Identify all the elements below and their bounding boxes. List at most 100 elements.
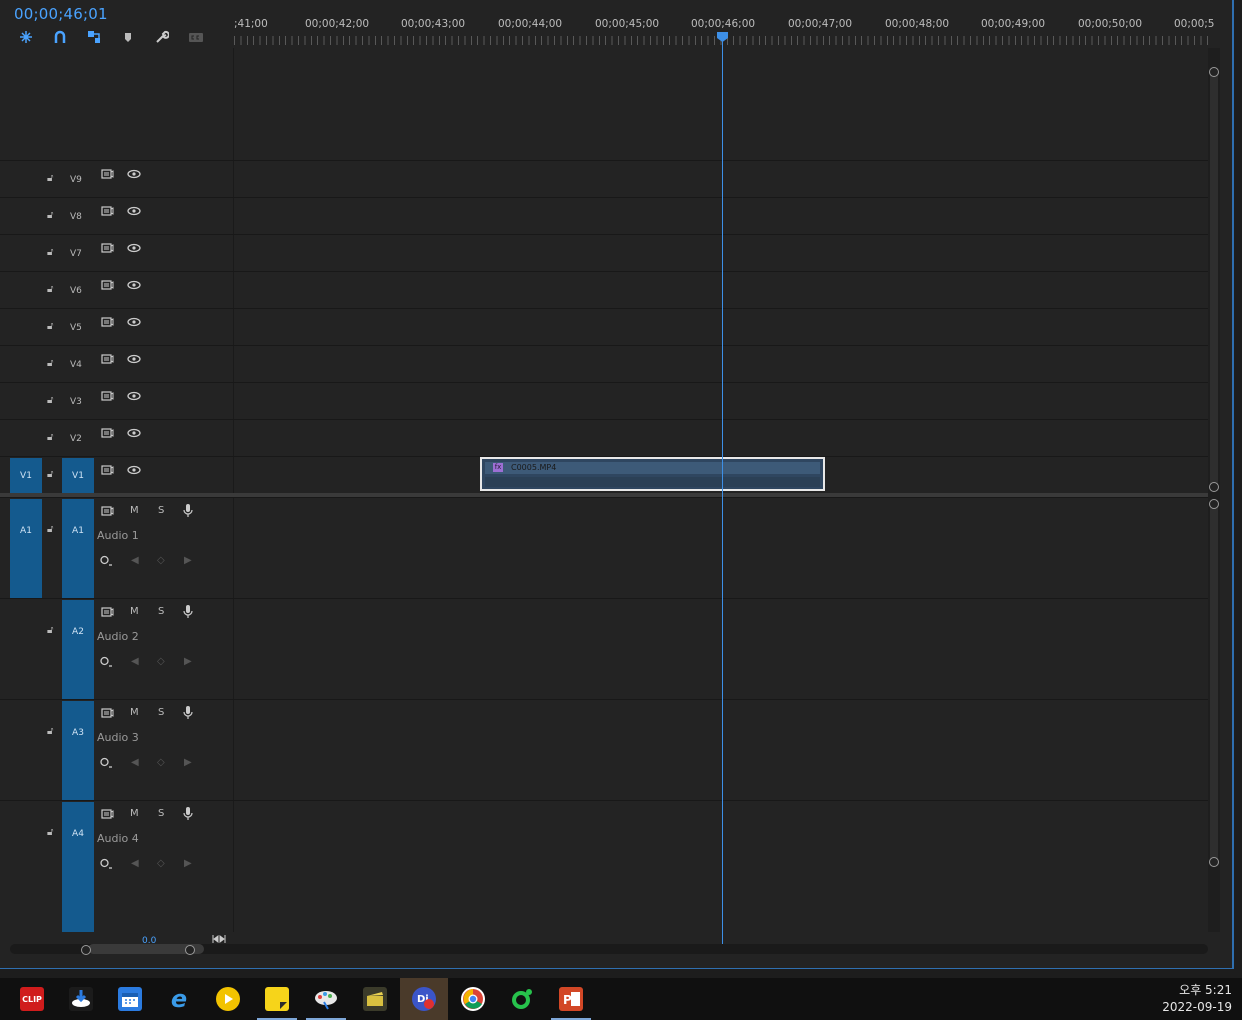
scroll-knob[interactable] [1209,67,1219,77]
sync-lock-icon[interactable] [101,169,114,179]
microphone-icon[interactable] [183,605,193,618]
linked-selection-icon[interactable] [86,29,102,45]
clapper-app-icon[interactable] [363,987,387,1011]
download-app-icon[interactable] [69,987,93,1011]
add-keyframe-icon[interactable]: ◇ [157,858,165,869]
eye-icon[interactable] [127,428,141,438]
paint-app-icon[interactable] [314,987,338,1011]
scroll-knob[interactable] [1209,482,1219,492]
solo-button[interactable]: S [158,707,164,718]
lock-icon[interactable]: 🔓︎ [47,358,53,369]
next-keyframe-icon[interactable]: ▶ [184,656,192,667]
next-keyframe-icon[interactable]: ▶ [184,555,192,566]
lock-icon[interactable]: 🔓︎ [47,173,53,184]
previous-keyframe-icon[interactable]: ◀ [131,757,139,768]
lock-icon[interactable]: 🔓︎ [47,284,53,295]
mute-button[interactable]: M [130,505,139,516]
video-scroll-thumb[interactable] [1210,68,1218,492]
microphone-icon[interactable] [183,706,193,719]
sync-lock-icon[interactable] [101,465,114,475]
audio-track-a1[interactable]: A1 🔓︎ A1 M S Audio 1 ◀ ◇ ▶ [0,497,1208,598]
sync-lock-icon[interactable] [101,354,114,364]
video-track-v6[interactable]: 🔓︎ V6 [0,271,1208,308]
eye-icon[interactable] [127,243,141,253]
previous-keyframe-icon[interactable]: ◀ [131,555,139,566]
eye-icon[interactable] [127,317,141,327]
track-target-a1[interactable]: A1 [62,499,94,598]
video-track-v4[interactable]: 🔓︎ V4 [0,345,1208,382]
audio-track-a4[interactable]: 🔓︎ A4 M S Audio 4 ◀ ◇ ▶ 0.0 [0,800,1208,946]
solo-button[interactable]: S [158,505,164,516]
internet-explorer-icon[interactable]: e [167,985,191,1013]
video-track-v8[interactable]: 🔓︎ V8 [0,197,1208,234]
sync-lock-icon[interactable] [101,317,114,327]
eye-icon[interactable] [127,206,141,216]
video-track-v5[interactable]: 🔓︎ V5 [0,308,1208,345]
source-patch-a1[interactable]: A1 [10,499,42,598]
add-marker-icon[interactable] [120,29,136,45]
lock-icon[interactable]: 🔓︎ [47,321,53,332]
previous-keyframe-icon[interactable]: ◀ [131,656,139,667]
source-patch-v1[interactable]: V1 [10,458,42,493]
chrome-icon[interactable] [461,987,485,1011]
next-keyframe-icon[interactable]: ▶ [184,858,192,869]
video-track-v7[interactable]: 🔓︎ V7 [0,234,1208,271]
lock-icon[interactable]: 🔓︎ [47,432,53,443]
zoom-handle-left[interactable] [81,945,91,955]
green-app-icon[interactable] [510,987,534,1011]
timecode-display[interactable]: 00;00;46;01 [14,5,108,23]
track-target-a4[interactable]: A4 [62,802,94,932]
volume-keyframe-icon[interactable] [100,555,114,567]
video-track-v2[interactable]: 🔓︎ V2 [0,419,1208,456]
sync-lock-icon[interactable] [101,243,114,253]
playhead-line[interactable] [722,40,723,944]
lock-icon[interactable]: 🔓︎ [47,395,53,406]
volume-keyframe-icon[interactable] [100,757,114,769]
eye-icon[interactable] [127,169,141,179]
eye-icon[interactable] [127,354,141,364]
sync-lock-icon[interactable] [101,206,114,216]
sync-lock-icon[interactable] [101,428,114,438]
eye-icon[interactable] [127,465,141,475]
mute-button[interactable]: M [130,707,139,718]
lock-icon[interactable]: 🔓︎ [47,247,53,258]
video-clip[interactable]: fx C0005.MP4 [480,457,825,491]
sync-lock-icon[interactable] [101,708,114,718]
sync-lock-icon[interactable] [101,280,114,290]
previous-keyframe-icon[interactable]: ◀ [131,858,139,869]
solo-button[interactable]: S [158,606,164,617]
audio-track-a2[interactable]: 🔓︎ A2 M S Audio 2 ◀ ◇ ▶ [0,598,1208,699]
system-clock[interactable]: 오후 5:21 2022-09-19 [1162,982,1232,1016]
lock-icon[interactable]: 🔓︎ [47,469,53,480]
media-player-icon[interactable] [216,987,240,1011]
snap-nest-icon[interactable] [18,29,34,45]
add-keyframe-icon[interactable]: ◇ [157,656,165,667]
track-target-a3[interactable]: A3 [62,701,94,800]
sync-lock-icon[interactable] [101,809,114,819]
track-target-a2[interactable]: A2 [62,600,94,699]
audio-scroll-thumb[interactable] [1210,500,1218,866]
zoom-handle-right[interactable] [185,945,195,955]
sync-lock-icon[interactable] [101,391,114,401]
wrench-settings-icon[interactable] [154,29,170,45]
clip-app-icon[interactable]: CLIP [20,987,44,1011]
captions-icon[interactable] [188,29,204,45]
sync-lock-icon[interactable] [101,607,114,617]
premiere-app-icon[interactable]: Di [412,987,436,1011]
microphone-icon[interactable] [183,807,193,820]
lock-icon[interactable]: 🔓︎ [47,827,53,838]
sync-lock-icon[interactable] [101,506,114,516]
snap-magnet-icon[interactable] [52,29,68,45]
scroll-knob[interactable] [1209,499,1219,509]
calendar-app-icon[interactable] [118,987,142,1011]
mute-button[interactable]: M [130,606,139,617]
lock-icon[interactable]: 🔓︎ [47,210,53,221]
volume-keyframe-icon[interactable] [100,858,114,870]
add-keyframe-icon[interactable]: ◇ [157,555,165,566]
scroll-knob[interactable] [1209,857,1219,867]
track-target-v1[interactable]: V1 [62,458,94,493]
sticky-notes-icon[interactable] [265,987,289,1011]
lock-icon[interactable]: 🔓︎ [47,524,53,535]
mute-button[interactable]: M [130,808,139,819]
add-keyframe-icon[interactable]: ◇ [157,757,165,768]
